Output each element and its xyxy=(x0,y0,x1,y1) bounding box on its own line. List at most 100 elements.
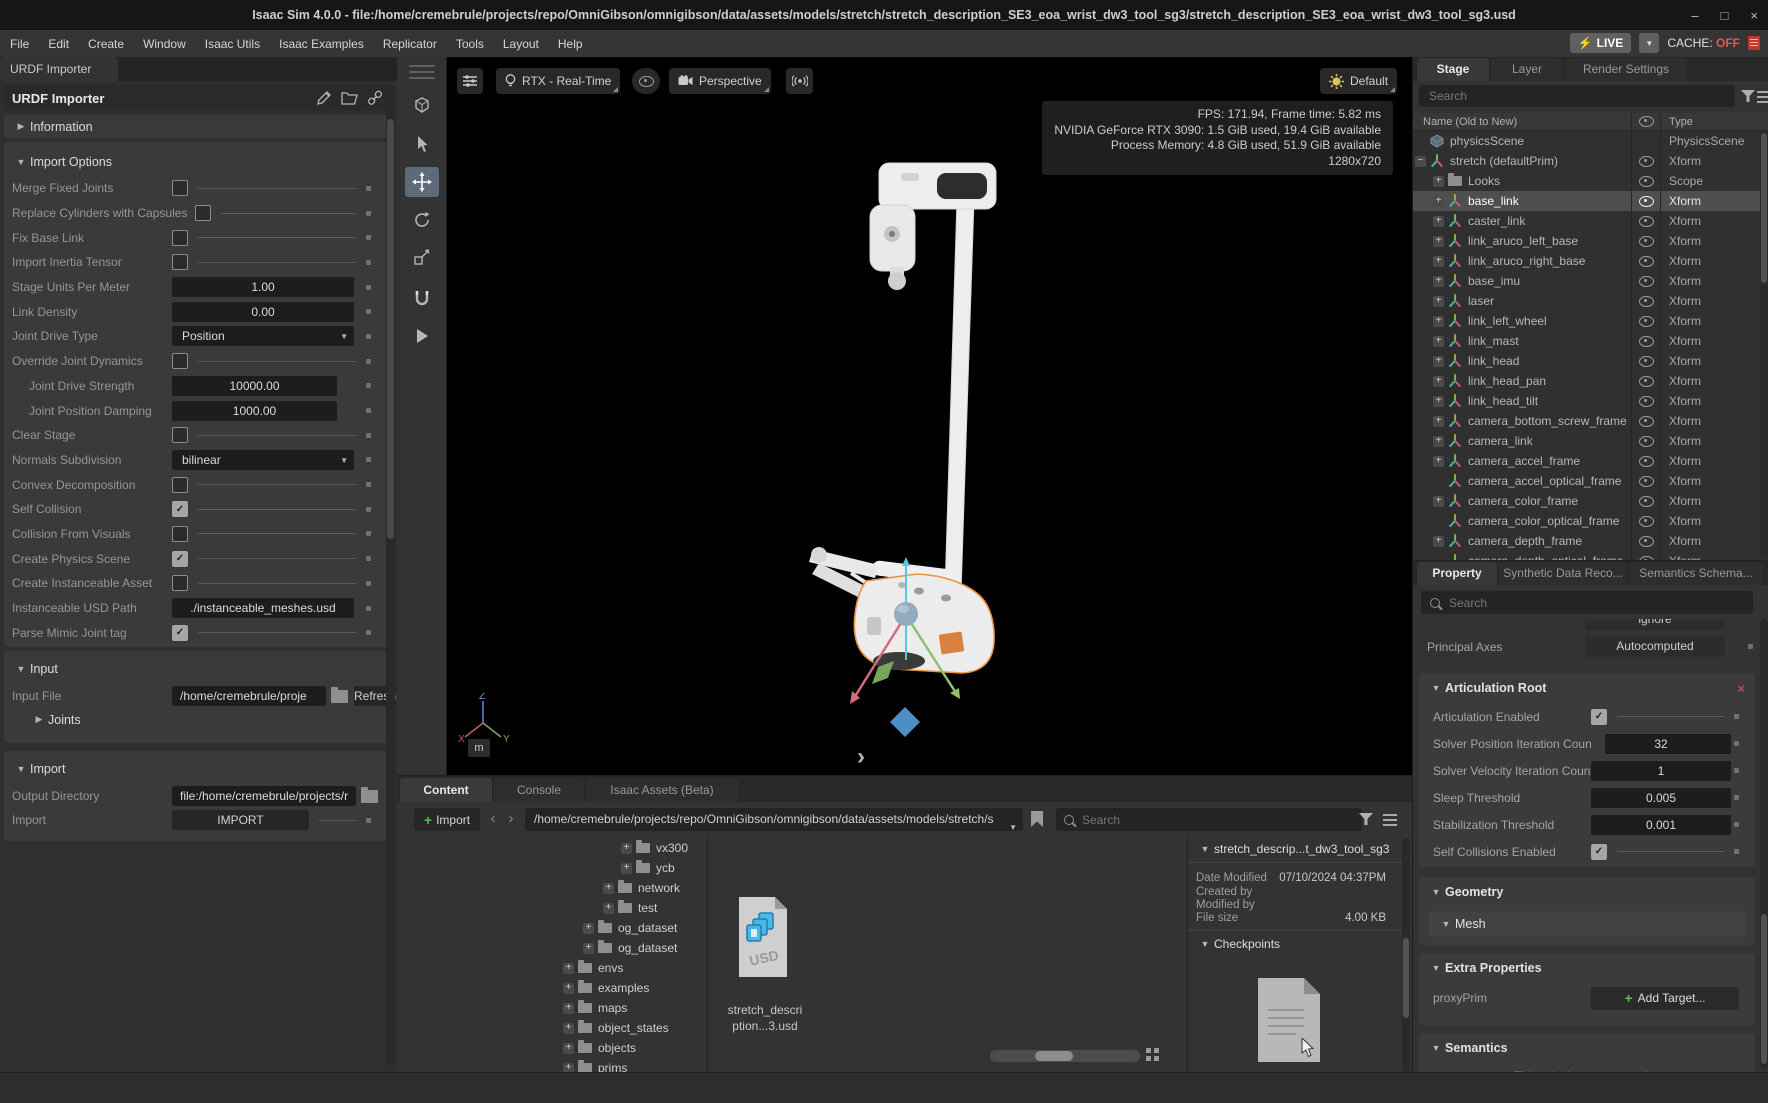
expand-plus-icon[interactable]: + xyxy=(1433,436,1444,447)
stage-tree-row[interactable]: + camera_link Xform xyxy=(1413,431,1768,451)
option-checkbox[interactable]: ✓ xyxy=(172,625,188,641)
timeline-expand-chevron[interactable]: › xyxy=(857,743,865,771)
visibility-eye-icon[interactable] xyxy=(1639,476,1654,487)
maximize-button[interactable]: □ xyxy=(1721,8,1729,23)
stage-tree-row[interactable]: camera_accel_optical_frame Xform xyxy=(1413,471,1768,491)
option-checkbox[interactable]: ✓ xyxy=(172,575,188,591)
folder-tree-row[interactable]: + vx300 xyxy=(397,838,707,858)
path-breadcrumb-field[interactable]: /home/cremebrule/projects/repo/OmniGibso… xyxy=(525,808,1023,831)
content-search-input[interactable] xyxy=(1080,812,1354,828)
extra-properties-header[interactable]: ▼ Extra Properties xyxy=(1419,953,1755,983)
audio-button[interactable] xyxy=(786,68,813,94)
stage-tree-row[interactable]: + Looks Scope xyxy=(1413,171,1768,191)
icon-size-slider[interactable] xyxy=(990,1050,1140,1062)
visibility-eye-icon[interactable] xyxy=(1639,216,1654,227)
expand-plus-icon[interactable]: + xyxy=(1433,316,1444,327)
stage-tree-row[interactable]: + link_left_wheel Xform xyxy=(1413,311,1768,331)
input-file-field[interactable]: /home/cremebrule/proje xyxy=(172,686,326,706)
clipped-value-button[interactable]: ignore xyxy=(1585,619,1725,630)
visibility-eye-icon[interactable] xyxy=(1639,376,1654,387)
semantics-header[interactable]: ▼ Semantics xyxy=(1419,1033,1755,1063)
output-directory-field[interactable]: file:/home/cremebrule/projects/r xyxy=(172,786,356,806)
scrollbar-thumb[interactable] xyxy=(1403,938,1409,1018)
stage-tree-row[interactable]: + link_head_pan Xform xyxy=(1413,371,1768,391)
stage-options-icon[interactable] xyxy=(1757,91,1768,106)
cursor-select-tool[interactable] xyxy=(405,129,439,159)
tab-content[interactable]: Content xyxy=(400,778,492,802)
expand-plus-icon[interactable]: + xyxy=(563,1003,574,1014)
browse-folder-icon[interactable] xyxy=(331,690,348,703)
folder-tree-row[interactable]: + network xyxy=(397,878,707,898)
expand-plus-icon[interactable]: + xyxy=(1433,236,1444,247)
units-badge[interactable]: m xyxy=(468,739,490,757)
menu-item[interactable]: Create xyxy=(88,37,124,51)
expand-plus-icon[interactable]: + xyxy=(1433,396,1444,407)
menu-item[interactable]: Help xyxy=(558,37,583,51)
visibility-menu-button[interactable] xyxy=(632,68,660,94)
menu-item[interactable]: Isaac Utils xyxy=(205,37,260,51)
expand-plus-icon[interactable]: + xyxy=(563,1043,574,1054)
axis-orientation-gizmo[interactable]: Z X Y xyxy=(457,693,517,743)
expand-plus-icon[interactable]: + xyxy=(563,1023,574,1034)
visibility-eye-icon[interactable] xyxy=(1639,336,1654,347)
property-scrollbar[interactable] xyxy=(1760,619,1768,1069)
stage-search-input[interactable] xyxy=(1427,88,1727,104)
menu-item[interactable]: File xyxy=(10,37,29,51)
stage-tree-row[interactable]: − stretch (defaultPrim) Xform xyxy=(1413,151,1768,171)
menu-item[interactable]: Edit xyxy=(48,37,69,51)
edit-pencil-icon[interactable] xyxy=(316,90,332,106)
expand-plus-icon[interactable]: + xyxy=(1433,416,1444,427)
folder-tree-row[interactable]: + maps xyxy=(397,998,707,1018)
option-value-field[interactable]: 0.00 xyxy=(172,302,354,322)
lighting-menu-button[interactable]: Default xyxy=(1320,68,1397,94)
expand-plus-icon[interactable]: + xyxy=(1433,536,1444,547)
bookmark-icon[interactable] xyxy=(1030,810,1044,828)
expand-plus-icon[interactable]: + xyxy=(1433,256,1444,267)
expand-plus-icon[interactable]: + xyxy=(1433,496,1444,507)
stage-search[interactable] xyxy=(1419,85,1735,107)
minimize-button[interactable]: – xyxy=(1691,8,1698,23)
expand-plus-icon[interactable]: + xyxy=(1433,376,1444,387)
visibility-eye-icon[interactable] xyxy=(1639,356,1654,367)
stage-tree-row[interactable]: camera_color_optical_frame Xform xyxy=(1413,511,1768,531)
details-header[interactable]: ▼ stretch_descrip...t_dw3_tool_sg3 xyxy=(1188,842,1412,863)
stage-tree-row[interactable]: + link_aruco_right_base Xform xyxy=(1413,251,1768,271)
stabilization-threshold-field[interactable]: 0.001 xyxy=(1591,815,1731,835)
expand-plus-icon[interactable]: + xyxy=(583,923,594,934)
information-section[interactable]: ▶Information xyxy=(4,115,393,138)
pane-divider[interactable] xyxy=(707,838,708,1073)
tab-semantics-schema[interactable]: Semantics Schema... xyxy=(1629,562,1763,585)
import-button[interactable]: IMPORT xyxy=(172,810,309,830)
browse-folder-icon[interactable] xyxy=(361,790,378,803)
camera-menu-button[interactable]: Perspective xyxy=(669,68,771,94)
tab-console[interactable]: Console xyxy=(494,778,584,802)
viewport-3d[interactable]: RTX - Real-Time Perspective Default FPS:… xyxy=(447,57,1412,775)
stage-tree-row[interactable]: camera_depth_optical_frame Xform xyxy=(1413,551,1768,560)
menu-item[interactable]: Replicator xyxy=(383,37,437,51)
option-value-field[interactable]: 1000.00 xyxy=(172,401,337,421)
renderer-menu-button[interactable]: RTX - Real-Time xyxy=(496,68,620,94)
stage-tree-row[interactable]: + camera_bottom_screw_frame Xform xyxy=(1413,411,1768,431)
expand-plus-icon[interactable]: + xyxy=(1433,196,1444,207)
folder-tree-row[interactable]: + prims xyxy=(397,1058,707,1073)
option-dropdown[interactable]: Position▼ xyxy=(172,326,354,346)
visibility-eye-icon[interactable] xyxy=(1639,396,1654,407)
option-checkbox[interactable]: ✓ xyxy=(172,551,188,567)
nav-back-button[interactable]: ‹ xyxy=(485,808,501,831)
option-checkbox[interactable]: ✓ xyxy=(195,205,211,221)
principal-axes-value[interactable]: Autocomputed xyxy=(1585,636,1725,657)
tab-layer[interactable]: Layer xyxy=(1491,58,1563,81)
content-search[interactable] xyxy=(1056,808,1362,831)
visibility-eye-icon[interactable] xyxy=(1639,536,1654,547)
visibility-eye-icon[interactable] xyxy=(1639,436,1654,447)
menu-item[interactable]: Window xyxy=(143,37,186,51)
input-section-header[interactable]: ▼ Input xyxy=(4,651,393,680)
stage-tree-row[interactable]: + camera_color_frame Xform xyxy=(1413,491,1768,511)
expand-plus-icon[interactable]: + xyxy=(603,903,614,914)
slider-thumb[interactable] xyxy=(1035,1051,1073,1061)
usd-file-icon[interactable]: USD xyxy=(737,897,789,977)
close-button[interactable]: × xyxy=(1750,8,1758,23)
option-value-field[interactable]: 1.00 xyxy=(172,277,354,297)
stage-tree-row[interactable]: + base_imu Xform xyxy=(1413,271,1768,291)
folder-tree-row[interactable]: + test xyxy=(397,898,707,918)
